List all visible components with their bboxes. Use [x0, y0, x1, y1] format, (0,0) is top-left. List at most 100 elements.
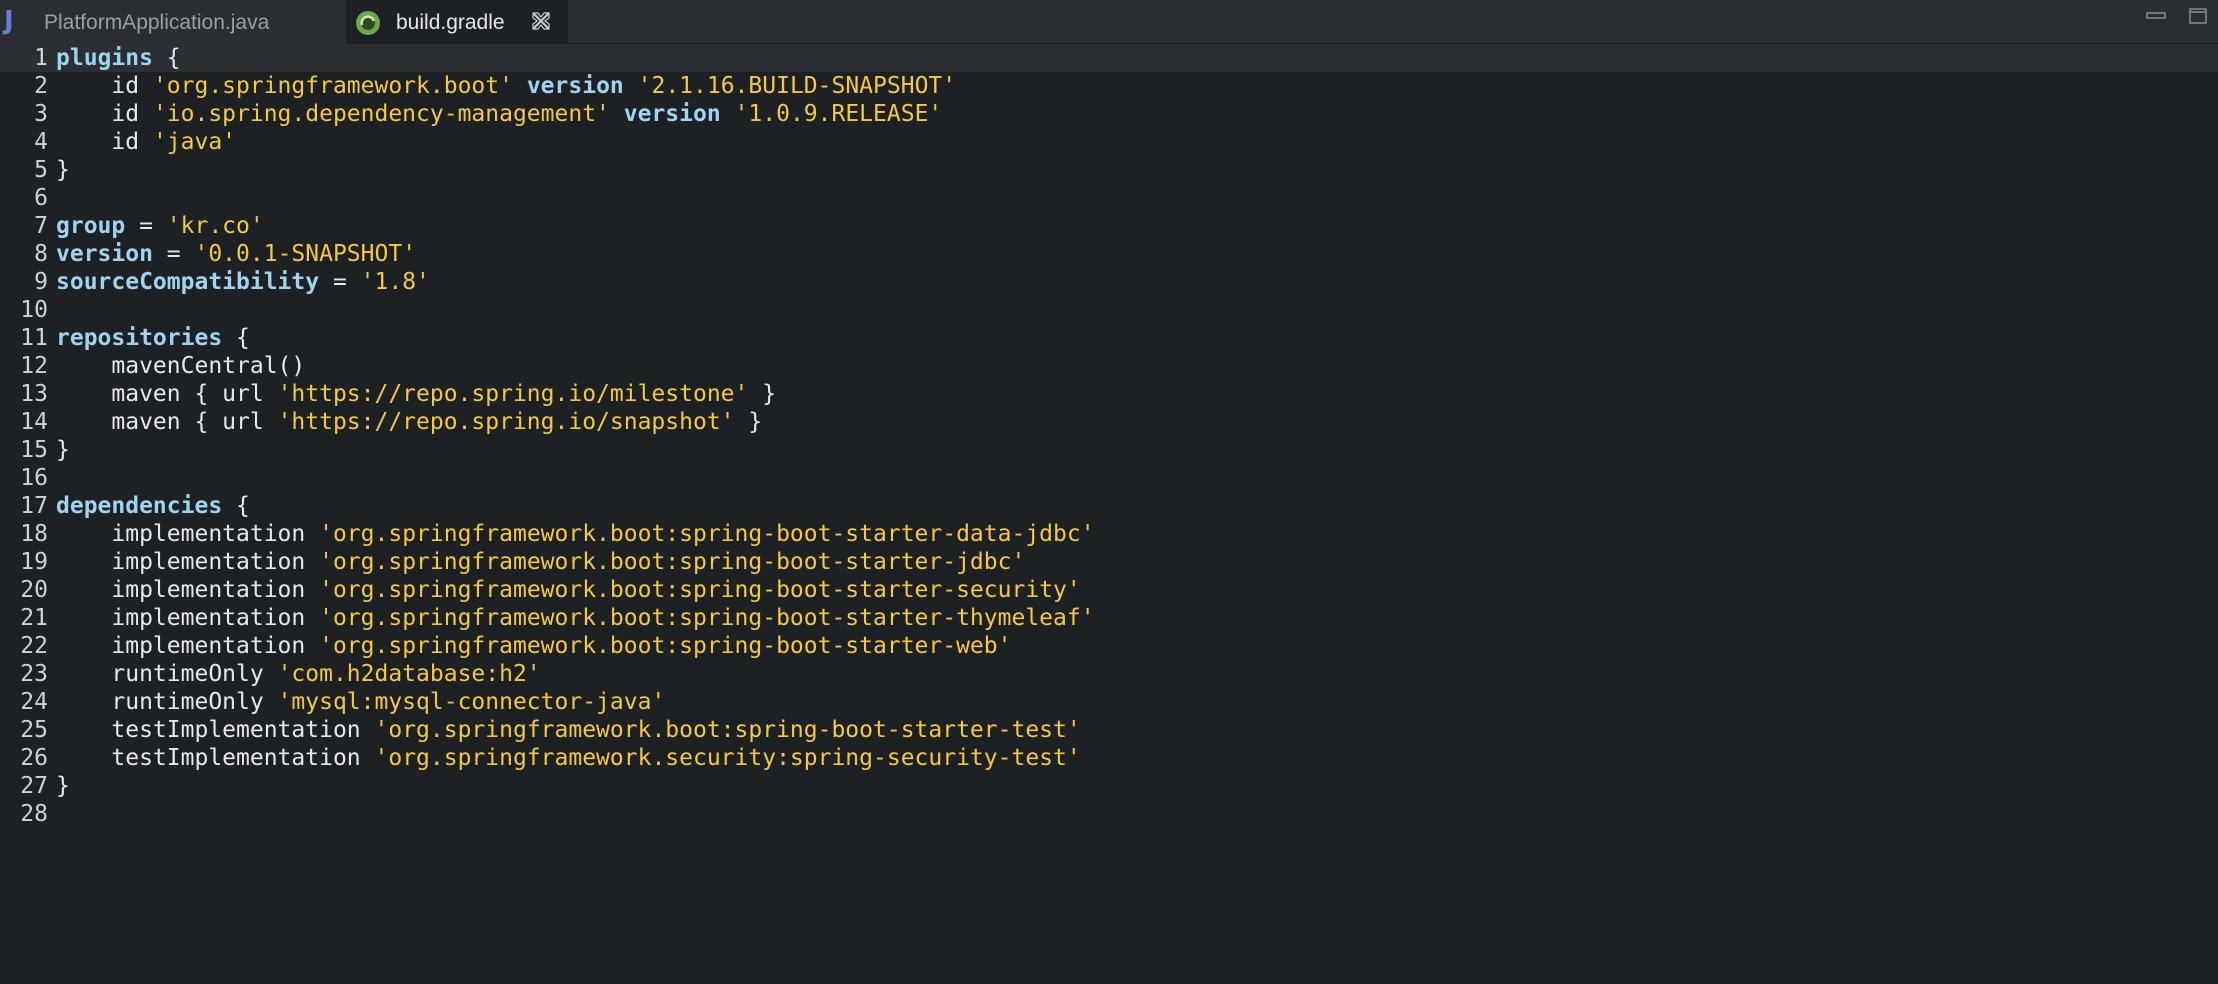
tab-platform-application[interactable]: J PlatformApplication.java	[0, 0, 346, 44]
line-number: 20	[20, 577, 48, 603]
line-number: 8	[34, 241, 48, 267]
code-line[interactable]: 5}	[0, 156, 2218, 184]
code-line[interactable]: 10	[0, 296, 2218, 324]
code-string: 'org.springframework.boot:spring-boot-st…	[374, 717, 1081, 743]
close-icon[interactable]	[530, 10, 552, 32]
code-keyword: group	[56, 213, 126, 239]
code-string: 'org.springframework.boot:spring-boot-st…	[319, 605, 1095, 631]
line-number: 12	[20, 353, 48, 379]
line-number: 1	[34, 45, 48, 71]
code-line[interactable]: 17 dependencies {	[0, 492, 2218, 520]
code-string: 'org.springframework.boot:spring-boot-st…	[319, 521, 1095, 547]
code-token: =	[125, 213, 167, 239]
tab-label: build.gradle	[396, 11, 505, 34]
code-string: 'org.springframework.boot:spring-boot-st…	[319, 577, 1081, 603]
code-line[interactable]: 4 id 'java'	[0, 128, 2218, 156]
code-string: 'mysql:mysql-connector-java'	[277, 689, 666, 715]
maximize-icon[interactable]	[2188, 8, 2208, 24]
code-token: maven { url	[56, 409, 278, 435]
code-line[interactable]: 28	[0, 800, 2218, 828]
code-line[interactable]: 26 testImplementation 'org.springframewo…	[0, 744, 2218, 772]
code-text: sourceCompatibility = '1.8'	[56, 268, 430, 296]
line-number: 15	[20, 437, 48, 463]
code-line[interactable]: 14 maven { url 'https://repo.spring.io/s…	[0, 408, 2218, 436]
code-token: {	[222, 325, 250, 351]
line-number: 17	[20, 493, 48, 519]
code-token: implementation	[56, 549, 320, 575]
code-line[interactable]: 6	[0, 184, 2218, 212]
code-text: group = 'kr.co'	[56, 212, 264, 240]
code-text: implementation 'org.springframework.boot…	[56, 548, 1025, 576]
code-line[interactable]: 2 id 'org.springframework.boot' version …	[0, 72, 2218, 100]
code-token: mavenCentral()	[56, 353, 306, 379]
code-token: }	[748, 381, 777, 407]
editor-tab-bar: J PlatformApplication.java build.gradle	[0, 0, 2218, 44]
line-number: 7	[34, 213, 48, 239]
code-text: mavenCentral()	[56, 352, 305, 380]
code-line[interactable]: 25 testImplementation 'org.springframewo…	[0, 716, 2218, 744]
code-string: 'kr.co'	[166, 213, 264, 239]
line-number: 3	[34, 101, 48, 127]
code-token: runtimeOnly	[56, 661, 278, 687]
code-keyword: version	[526, 73, 624, 99]
code-line[interactable]: 15}	[0, 436, 2218, 464]
code-token: id	[56, 73, 153, 99]
code-text: maven { url 'https://repo.spring.io/snap…	[56, 408, 762, 436]
code-text: implementation 'org.springframework.boot…	[56, 520, 1095, 548]
code-token: testImplementation	[56, 745, 375, 771]
code-token: =	[152, 241, 195, 267]
code-text: }	[56, 772, 70, 800]
code-line[interactable]: 1 plugins {	[0, 44, 2218, 72]
code-line[interactable]: 8 version = '0.0.1-SNAPSHOT'	[0, 240, 2218, 268]
code-text: runtimeOnly 'mysql:mysql-connector-java'	[56, 688, 665, 716]
code-line[interactable]: 9 sourceCompatibility = '1.8'	[0, 268, 2218, 296]
code-keyword: repositories	[56, 325, 223, 351]
code-line[interactable]: 11 repositories {	[0, 324, 2218, 352]
code-line[interactable]: 3 id 'io.spring.dependency-management' v…	[0, 100, 2218, 128]
code-token: {	[152, 45, 181, 71]
code-text: maven { url 'https://repo.spring.io/mile…	[56, 380, 776, 408]
line-number: 18	[20, 521, 48, 547]
code-editor[interactable]: 1 plugins {2 id 'org.springframework.boot…	[0, 44, 2218, 984]
code-token: implementation	[56, 577, 320, 603]
code-text: id 'io.spring.dependency-management' ver…	[56, 100, 942, 128]
tab-label: PlatformApplication.java	[44, 11, 270, 34]
code-string: 'com.h2database:h2'	[277, 661, 541, 687]
code-line[interactable]: 21 implementation 'org.springframework.b…	[0, 604, 2218, 632]
code-string: 'org.springframework.security:spring-sec…	[374, 745, 1081, 771]
code-token: id	[56, 129, 153, 155]
code-text: implementation 'org.springframework.boot…	[56, 576, 1081, 604]
line-number: 21	[20, 605, 48, 631]
code-line[interactable]: 13 maven { url 'https://repo.spring.io/m…	[0, 380, 2218, 408]
code-line[interactable]: 16	[0, 464, 2218, 492]
code-line[interactable]: 22 implementation 'org.springframework.b…	[0, 632, 2218, 660]
code-line[interactable]: 24 runtimeOnly 'mysql:mysql-connector-ja…	[0, 688, 2218, 716]
line-number: 13	[20, 381, 48, 407]
line-number: 4	[34, 129, 48, 155]
code-string: '1.0.9.RELEASE'	[734, 101, 943, 127]
code-line[interactable]: 12 mavenCentral()	[0, 352, 2218, 380]
code-line[interactable]: 27}	[0, 772, 2218, 800]
code-text: plugins {	[56, 44, 181, 72]
code-string: '2.1.16.BUILD-SNAPSHOT'	[637, 73, 957, 99]
code-line[interactable]: 19 implementation 'org.springframework.b…	[0, 548, 2218, 576]
code-string: '0.0.1-SNAPSHOT'	[194, 241, 417, 267]
code-keyword: version	[623, 101, 721, 127]
code-string: 'org.springframework.boot:spring-boot-st…	[319, 549, 1026, 575]
code-token: runtimeOnly	[56, 689, 278, 715]
code-line[interactable]: 7 group = 'kr.co'	[0, 212, 2218, 240]
code-line[interactable]: 20 implementation 'org.springframework.b…	[0, 576, 2218, 604]
minimize-icon[interactable]	[2146, 8, 2166, 24]
code-string: 'io.spring.dependency-management'	[152, 101, 610, 127]
code-text: testImplementation 'org.springframework.…	[56, 716, 1081, 744]
tab-build-gradle[interactable]: build.gradle	[346, 0, 568, 44]
line-number: 27	[20, 773, 48, 799]
code-line[interactable]: 23 runtimeOnly 'com.h2database:h2'	[0, 660, 2218, 688]
code-text: implementation 'org.springframework.boot…	[56, 632, 1011, 660]
code-string: '1.8'	[360, 269, 430, 295]
code-line[interactable]: 18 implementation 'org.springframework.b…	[0, 520, 2218, 548]
code-token: maven { url	[56, 381, 278, 407]
line-number: 28	[20, 801, 48, 827]
code-string: 'https://repo.spring.io/milestone'	[277, 381, 749, 407]
